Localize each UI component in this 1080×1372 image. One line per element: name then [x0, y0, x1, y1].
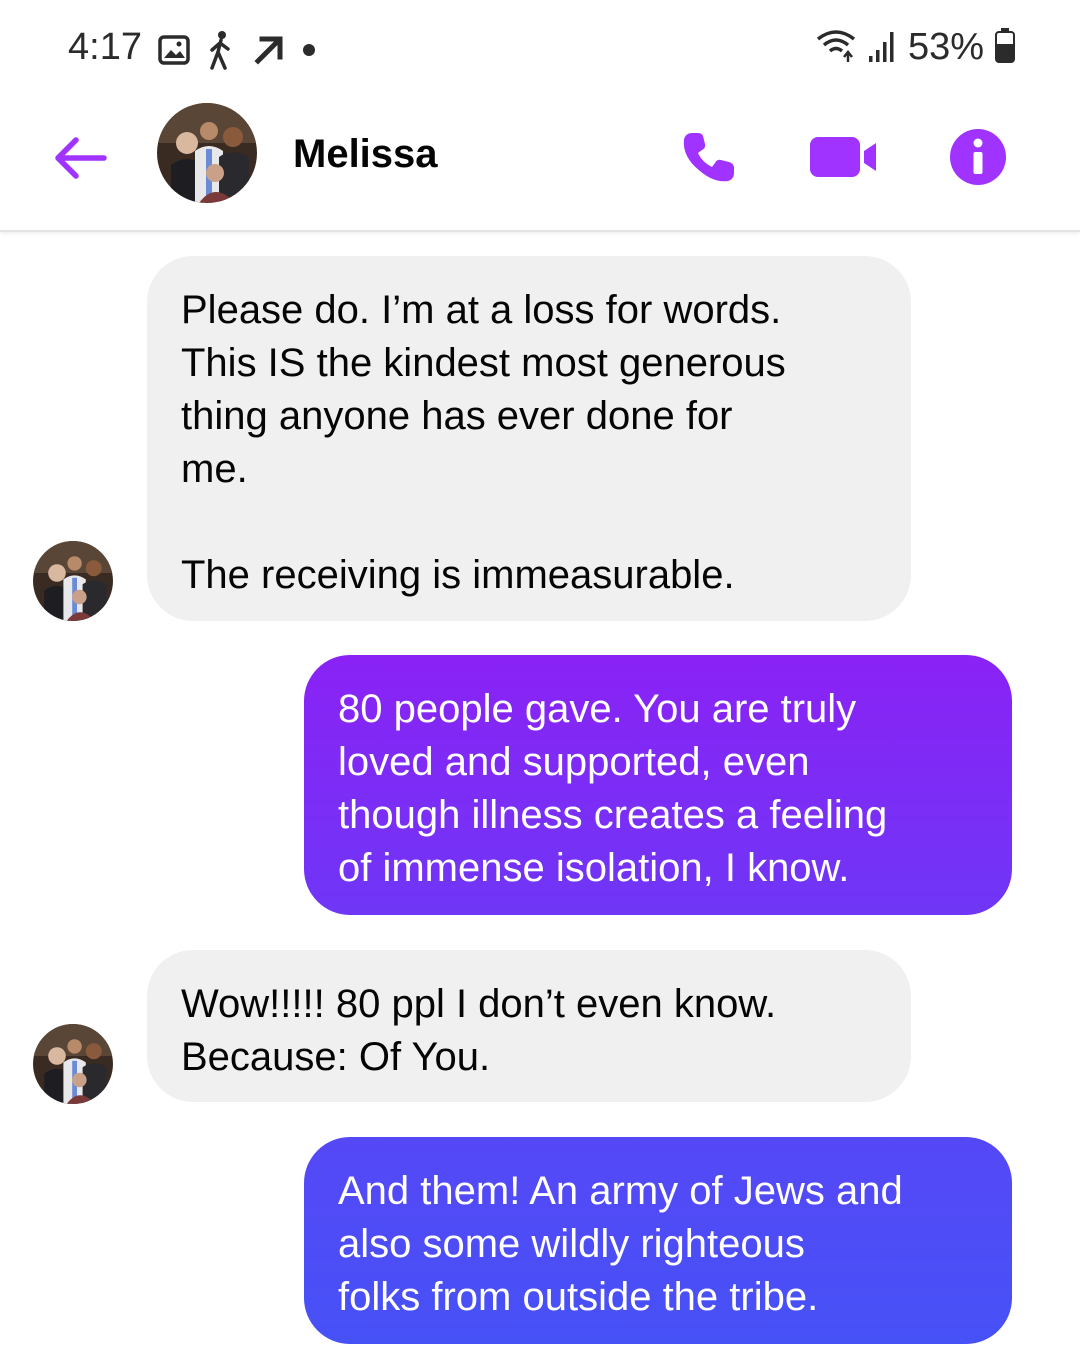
- video-icon: [808, 135, 878, 184]
- sender-avatar[interactable]: [33, 541, 113, 621]
- back-button[interactable]: [50, 130, 110, 190]
- info-button[interactable]: [943, 124, 1013, 194]
- dot-icon: [302, 43, 316, 62]
- chat-header: Melissa: [0, 96, 1080, 232]
- contact-avatar[interactable]: [157, 103, 257, 203]
- notification-icons: [158, 30, 316, 75]
- wifi-icon: [814, 27, 858, 68]
- battery-percent: 53%: [907, 26, 984, 68]
- message-bubble-incoming[interactable]: Please do. I’m at a loss for words. This…: [147, 256, 911, 621]
- battery-icon: [994, 27, 1016, 68]
- voice-call-button[interactable]: [673, 124, 743, 194]
- message-text: Please do. I’m at a loss for words. This…: [181, 288, 786, 597]
- walking-icon: [206, 30, 236, 75]
- message-bubble-incoming[interactable]: Wow!!!!! 80 ppl I don’t even know. Becau…: [147, 950, 911, 1102]
- message-bubble-outgoing[interactable]: 80 people gave. You are truly loved and …: [304, 655, 1012, 915]
- contact-name: Melissa: [293, 132, 438, 176]
- system-indicators: 53%: [814, 26, 1016, 69]
- video-call-button[interactable]: [808, 124, 878, 194]
- sender-avatar[interactable]: [33, 1024, 113, 1104]
- signal-icon: [868, 28, 898, 67]
- message-text: 80 people gave. You are truly loved and …: [338, 687, 888, 890]
- message-text: And them! An army of Jews and also some …: [338, 1169, 903, 1319]
- message-text: Wow!!!!! 80 ppl I don’t even know. Becau…: [181, 982, 777, 1079]
- back-arrow-icon: [52, 136, 108, 185]
- status-time: 4:17: [68, 26, 142, 68]
- status-bar: 4:17 53%: [0, 0, 1080, 96]
- message-bubble-outgoing[interactable]: And them! An army of Jews and also some …: [304, 1137, 1012, 1344]
- phone-icon: [678, 127, 738, 192]
- info-icon: [948, 127, 1008, 192]
- navigation-arrow-icon: [252, 33, 286, 72]
- gallery-icon: [158, 34, 190, 71]
